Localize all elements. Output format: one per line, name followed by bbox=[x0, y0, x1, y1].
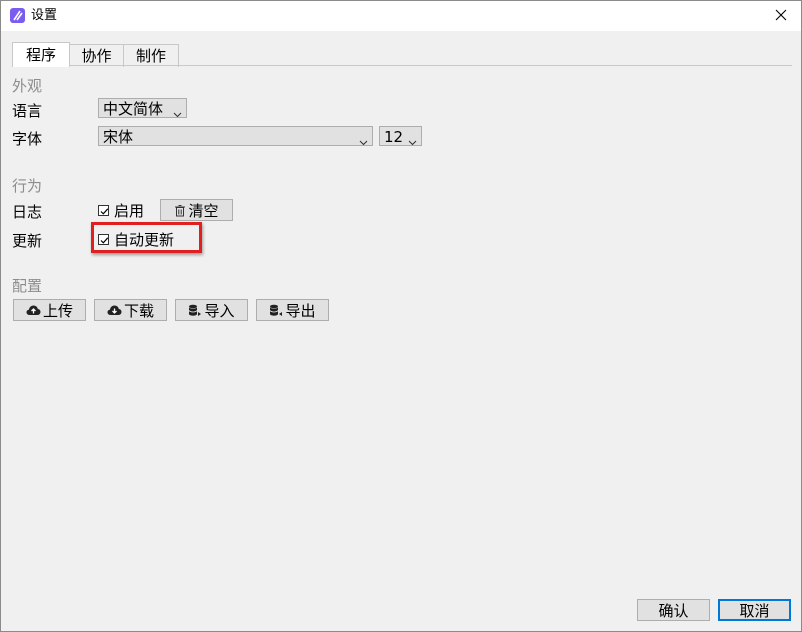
section-behavior-title: 行为 bbox=[12, 177, 43, 195]
export-button[interactable]: 导出 bbox=[256, 299, 329, 321]
database-export-icon bbox=[269, 304, 283, 317]
font-size-value: 12 bbox=[384, 128, 404, 146]
font-select[interactable]: 宋体 bbox=[98, 126, 373, 146]
clear-log-label: 清空 bbox=[188, 201, 219, 220]
font-label: 字体 bbox=[12, 130, 43, 148]
checkbox-checked-icon bbox=[98, 204, 109, 216]
chevron-down-icon bbox=[359, 132, 368, 152]
tab-production[interactable]: 制作 bbox=[123, 44, 179, 67]
window-title: 设置 bbox=[31, 8, 58, 23]
font-size-select[interactable]: 12 bbox=[379, 126, 422, 146]
tab-label: 协作 bbox=[81, 47, 112, 65]
section-config-title: 配置 bbox=[12, 277, 43, 295]
close-button[interactable] bbox=[761, 1, 801, 31]
update-label: 更新 bbox=[12, 232, 43, 250]
import-button[interactable]: 导入 bbox=[175, 299, 248, 321]
language-select-value: 中文简体 bbox=[103, 100, 164, 118]
close-icon bbox=[775, 7, 787, 25]
tab-collaboration[interactable]: 协作 bbox=[68, 44, 125, 67]
highlight-box bbox=[91, 222, 202, 253]
download-button[interactable]: 下载 bbox=[94, 299, 167, 321]
tab-label: 制作 bbox=[135, 47, 166, 65]
tab-label: 程序 bbox=[25, 46, 56, 64]
ok-button[interactable]: 确认 bbox=[637, 599, 710, 621]
settings-window: 设置 程序 协作 制作 外观 语言 中文简体 字体 宋体 12 行为 日志 启用… bbox=[0, 0, 802, 632]
language-label: 语言 bbox=[12, 102, 43, 120]
trash-icon bbox=[174, 204, 186, 217]
cancel-label: 取消 bbox=[739, 601, 770, 620]
import-label: 导入 bbox=[204, 301, 235, 320]
database-import-icon bbox=[188, 304, 202, 317]
tab-program[interactable]: 程序 bbox=[12, 42, 70, 67]
cloud-upload-icon bbox=[26, 304, 41, 316]
upload-label: 上传 bbox=[42, 301, 73, 320]
log-label: 日志 bbox=[12, 203, 43, 221]
clear-log-button[interactable]: 清空 bbox=[160, 199, 233, 221]
ok-label: 确认 bbox=[658, 601, 689, 620]
tab-divider bbox=[12, 65, 792, 66]
font-select-value: 宋体 bbox=[103, 128, 134, 146]
log-enable-checkbox[interactable]: 启用 bbox=[98, 200, 144, 220]
export-label: 导出 bbox=[285, 301, 316, 320]
cloud-download-icon bbox=[107, 304, 122, 316]
cancel-button[interactable]: 取消 bbox=[718, 599, 791, 621]
app-logo-icon bbox=[10, 8, 25, 23]
title-bar: 设置 bbox=[1, 1, 801, 31]
chevron-down-icon bbox=[408, 132, 417, 152]
log-enable-label: 启用 bbox=[114, 201, 145, 220]
chevron-down-icon bbox=[173, 104, 182, 124]
section-appearance-title: 外观 bbox=[12, 77, 43, 95]
upload-button[interactable]: 上传 bbox=[13, 299, 86, 321]
download-label: 下载 bbox=[123, 301, 154, 320]
language-select[interactable]: 中文简体 bbox=[98, 98, 187, 118]
